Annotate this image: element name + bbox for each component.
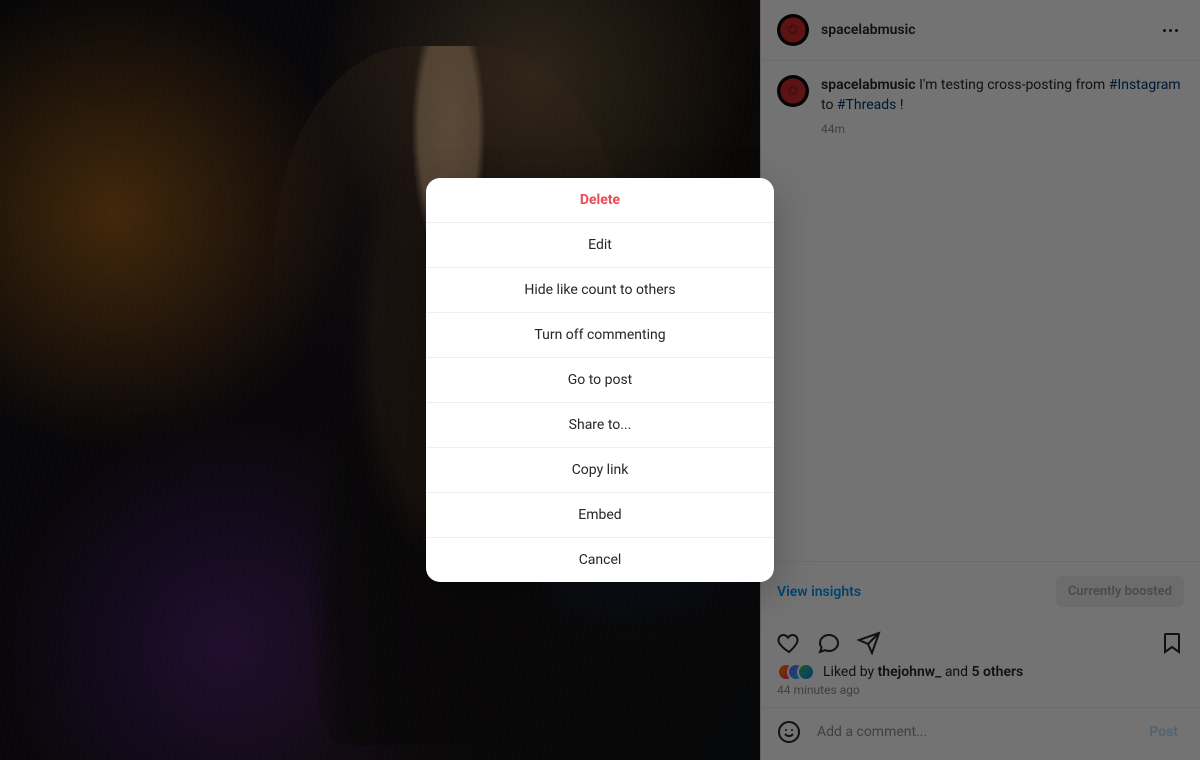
- option-hide-likes[interactable]: Hide like count to others: [426, 268, 774, 313]
- option-cancel[interactable]: Cancel: [426, 538, 774, 582]
- option-turn-off-comments[interactable]: Turn off commenting: [426, 313, 774, 358]
- post-viewer: spacelabmusic spacelabmusic I'm testing …: [0, 0, 1200, 760]
- options-modal: Delete Edit Hide like count to others Tu…: [426, 178, 774, 582]
- option-copy-link[interactable]: Copy link: [426, 448, 774, 493]
- option-go-to-post[interactable]: Go to post: [426, 358, 774, 403]
- option-edit[interactable]: Edit: [426, 223, 774, 268]
- option-share-to[interactable]: Share to...: [426, 403, 774, 448]
- option-delete[interactable]: Delete: [426, 178, 774, 223]
- option-embed[interactable]: Embed: [426, 493, 774, 538]
